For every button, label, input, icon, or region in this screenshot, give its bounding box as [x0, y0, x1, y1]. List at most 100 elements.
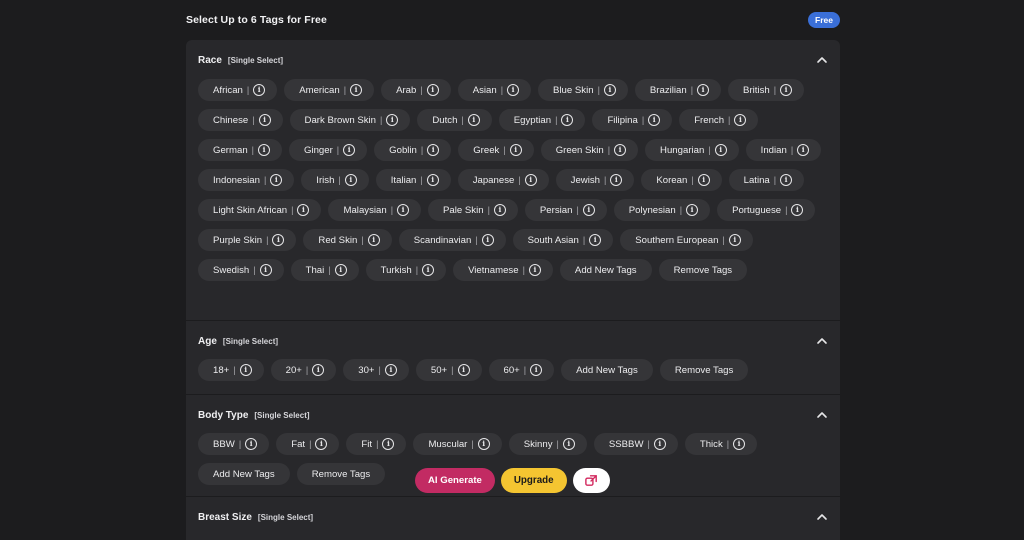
info-icon[interactable]: i — [386, 114, 399, 126]
info-icon[interactable]: i — [686, 204, 699, 216]
tag-chip[interactable]: Greek | i — [458, 139, 534, 161]
info-icon[interactable]: i — [422, 264, 435, 276]
info-icon[interactable]: i — [562, 438, 575, 450]
tag-chip[interactable]: Filipina | i — [592, 109, 673, 131]
info-icon[interactable]: i — [253, 84, 266, 96]
tag-chip[interactable]: Red Skin | i — [303, 229, 392, 251]
info-icon[interactable]: i — [561, 114, 574, 126]
tag-chip[interactable]: French | i — [679, 109, 759, 131]
tag-chip[interactable]: African | i — [198, 79, 278, 101]
tag-chip[interactable]: Scandinavian | i — [398, 229, 506, 251]
section-header-body-type[interactable]: Body Type [Single Select] — [198, 407, 828, 423]
tag-chip[interactable]: Indian | i — [745, 139, 822, 161]
info-icon[interactable]: i — [728, 234, 741, 246]
tag-chip[interactable]: Fit | i — [346, 433, 407, 455]
info-icon[interactable]: i — [397, 204, 410, 216]
tag-chip[interactable]: Persian | i — [524, 199, 607, 221]
remove-tags-button[interactable]: Remove Tags — [296, 463, 386, 485]
info-icon[interactable]: i — [528, 264, 541, 276]
info-icon[interactable]: i — [714, 144, 727, 156]
ai-generate-button[interactable]: AI Generate — [415, 468, 495, 493]
info-icon[interactable]: i — [589, 234, 602, 246]
info-icon[interactable]: i — [245, 438, 258, 450]
info-icon[interactable]: i — [734, 114, 747, 126]
tag-chip[interactable]: Arab | i — [381, 79, 451, 101]
info-icon[interactable]: i — [426, 84, 439, 96]
tag-chip[interactable]: Muscular | i — [413, 433, 502, 455]
info-icon[interactable]: i — [343, 144, 356, 156]
upgrade-button[interactable]: Upgrade — [500, 468, 567, 493]
tag-chip[interactable]: Goblin | i — [374, 139, 452, 161]
info-icon[interactable]: i — [477, 438, 490, 450]
info-icon[interactable]: i — [493, 204, 506, 216]
tag-chip[interactable]: Polynesian | i — [613, 199, 711, 221]
tag-chip[interactable]: British | i — [728, 79, 805, 101]
info-icon[interactable]: i — [697, 174, 710, 186]
info-icon[interactable]: i — [603, 84, 616, 96]
info-icon[interactable]: i — [334, 264, 347, 276]
info-icon[interactable]: i — [610, 174, 623, 186]
info-icon[interactable]: i — [259, 264, 272, 276]
info-icon[interactable]: i — [258, 114, 271, 126]
tag-chip[interactable]: Hungarian | i — [645, 139, 739, 161]
tag-chip[interactable]: Pale Skin | i — [428, 199, 518, 221]
info-icon[interactable]: i — [509, 144, 522, 156]
info-icon[interactable]: i — [384, 364, 397, 376]
tag-chip[interactable]: Ginger | i — [289, 139, 368, 161]
tag-chip[interactable]: Jewish | i — [555, 169, 635, 191]
info-icon[interactable]: i — [239, 364, 252, 376]
tag-chip[interactable]: Malaysian | i — [328, 199, 422, 221]
tag-chip[interactable]: 50+ | i — [415, 359, 482, 381]
tag-chip[interactable]: Purple Skin | i — [198, 229, 297, 251]
info-icon[interactable]: i — [780, 84, 793, 96]
info-icon[interactable]: i — [530, 364, 543, 376]
info-icon[interactable]: i — [427, 144, 440, 156]
info-icon[interactable]: i — [507, 84, 520, 96]
info-icon[interactable]: i — [614, 144, 627, 156]
info-icon[interactable]: i — [258, 144, 270, 156]
tag-chip[interactable]: Fat | i — [276, 433, 340, 455]
info-icon[interactable]: i — [697, 84, 710, 96]
add-new-tags-button[interactable]: Add New Tags — [559, 259, 652, 281]
tag-chip[interactable]: 20+ | i — [270, 359, 337, 381]
tag-chip[interactable]: Indonesian | i — [198, 169, 295, 191]
info-icon[interactable]: i — [780, 174, 793, 186]
tag-chip[interactable]: Japanese | i — [457, 169, 549, 191]
tag-chip[interactable]: 60+ | i — [488, 359, 555, 381]
chevron-up-icon[interactable] — [816, 409, 828, 421]
info-icon[interactable]: i — [315, 438, 328, 450]
tag-chip[interactable]: Thai | i — [290, 259, 359, 281]
chevron-up-icon[interactable] — [816, 335, 828, 347]
add-new-tags-button[interactable]: Add New Tags — [561, 359, 653, 381]
info-icon[interactable]: i — [350, 84, 363, 96]
tag-chip[interactable]: South Asian | i — [512, 229, 614, 251]
tag-chip[interactable]: Asian | i — [457, 79, 532, 101]
section-header-race[interactable]: Race [Single Select] — [198, 52, 828, 68]
tag-chip[interactable]: BBW | i — [198, 433, 270, 455]
remove-tags-button[interactable]: Remove Tags — [659, 359, 749, 381]
tag-chip[interactable]: Green Skin | i — [540, 139, 639, 161]
tag-chip[interactable]: Turkish | i — [365, 259, 447, 281]
tag-chip[interactable]: Dutch | i — [417, 109, 492, 131]
tag-chip[interactable]: 30+ | i — [343, 359, 409, 381]
tag-chip[interactable]: Light Skin African | i — [198, 199, 322, 221]
tag-chip[interactable]: Dark Brown Skin | i — [289, 109, 411, 131]
tag-chip[interactable]: Egyptian | i — [498, 109, 586, 131]
tag-chip[interactable]: Vietnamese | i — [453, 259, 553, 281]
tag-chip[interactable]: Swedish | i — [198, 259, 284, 281]
info-icon[interactable]: i — [524, 174, 537, 186]
tag-chip[interactable]: Thick | i — [684, 433, 758, 455]
tag-chip[interactable]: Blue Skin | i — [538, 79, 628, 101]
info-icon[interactable]: i — [457, 364, 470, 376]
info-icon[interactable]: i — [270, 174, 283, 186]
tag-chip[interactable]: German | i — [198, 139, 282, 161]
info-icon[interactable]: i — [367, 234, 380, 246]
remove-tags-button[interactable]: Remove Tags — [658, 259, 748, 281]
info-icon[interactable]: i — [467, 114, 480, 126]
info-icon[interactable]: i — [481, 234, 494, 246]
section-header-breast-size[interactable]: Breast Size [Single Select] — [198, 509, 828, 525]
info-icon[interactable]: i — [382, 438, 395, 450]
section-header-age[interactable]: Age [Single Select] — [198, 333, 828, 349]
tag-chip[interactable]: American | i — [284, 79, 375, 101]
tag-chip[interactable]: Irish | i — [301, 169, 369, 191]
